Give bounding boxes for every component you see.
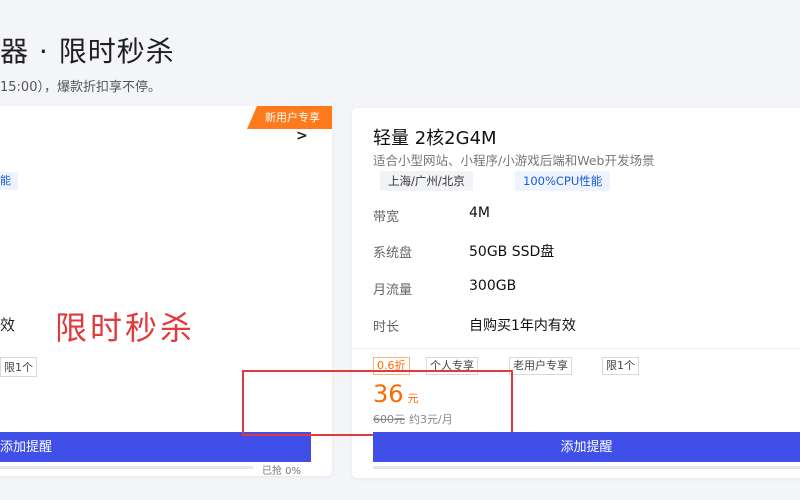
page-title: 器 · 限时秒杀 — [0, 35, 175, 68]
limit-tag: 限1个 — [0, 357, 37, 377]
sold-percentage: 已抢 0% — [262, 466, 302, 477]
add-reminder-button-left[interactable]: 添加提醒 — [0, 432, 311, 462]
add-reminder-button-right[interactable]: 添加提醒 — [373, 432, 800, 462]
price-highlight-box — [242, 370, 513, 436]
sold-progress-bar-right — [373, 466, 800, 469]
spec-value-system-disk: 50GB SSD盘 — [469, 244, 555, 260]
limit-tag: 限1个 — [602, 357, 639, 375]
spec-key-duration: 时长 — [373, 320, 400, 335]
flash-sale-overlay-text: 限时秒杀 — [55, 309, 196, 347]
cpu-perf-tag: 100%CPU性能 — [515, 171, 611, 191]
spec-value-duration: 自购买1年内有效 — [469, 318, 576, 334]
validity-value: 效 — [0, 316, 16, 334]
spec-key-bandwidth: 带宽 — [373, 210, 400, 225]
product-description: 适合小型网站、小程序/小游戏后端和Web开发场景 — [373, 153, 655, 168]
chevron-right-icon[interactable]: > — [296, 128, 308, 144]
spec-value-traffic: 300GB — [469, 278, 517, 294]
new-user-badge: 新用户专享 — [247, 106, 332, 129]
spec-key-traffic: 月流量 — [373, 283, 413, 298]
cpu-perf-tag: 能 — [0, 172, 18, 190]
page-subtitle: 15:00），爆款折扣享不停。 — [0, 80, 161, 95]
sold-progress-bar-left — [0, 466, 253, 469]
spec-value-bandwidth: 4M — [469, 205, 490, 221]
divider — [352, 348, 800, 349]
spec-key-system-disk: 系统盘 — [373, 246, 413, 261]
region-tag: 上海/广州/北京 — [380, 171, 473, 191]
product-title: 轻量 2核2G4M — [373, 128, 497, 149]
existing-user-tag: 老用户专享 — [509, 357, 572, 375]
